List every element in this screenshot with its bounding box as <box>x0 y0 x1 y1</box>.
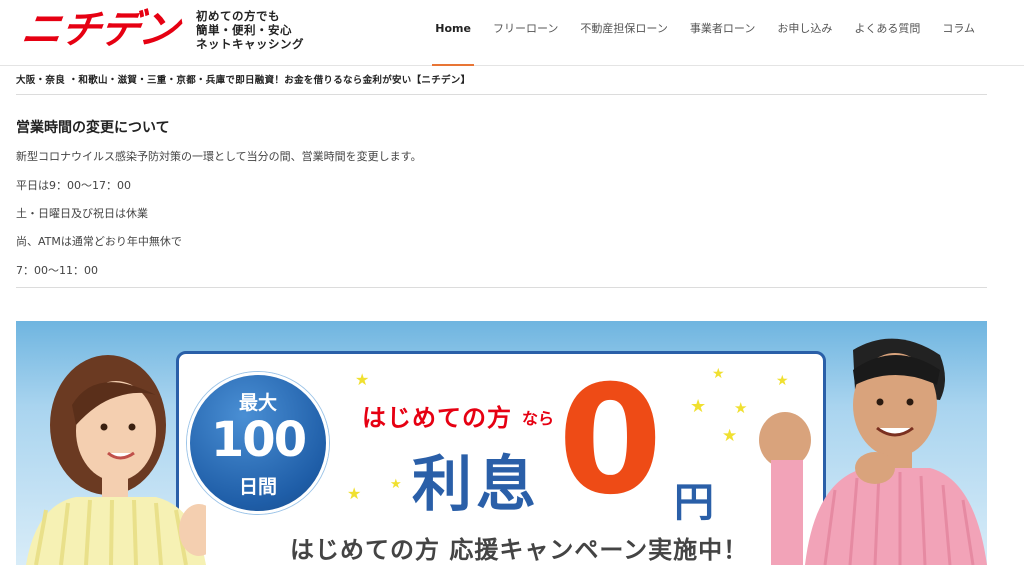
notice-line: 新型コロナウイルス感染予防対策の一環として当分の間、営業時間を変更します。 <box>16 150 422 163</box>
nav-item-real-estate-loan[interactable]: 不動産担保ローン <box>569 0 678 66</box>
notice-title: 営業時間の変更について <box>16 120 170 136</box>
main-nav: Home フリーローン 不動産担保ローン 事業者ローン お申し込み よくある質問… <box>424 0 986 66</box>
banner-interest-text: 利息 <box>412 450 540 520</box>
banner-zero: 0 <box>558 354 663 528</box>
star-icon: ★ <box>355 370 370 389</box>
man-illustration <box>759 338 987 565</box>
star-icon: ★ <box>690 396 707 417</box>
logo[interactable]: ニチデン 初めての方でも 簡単・便利・安心 ネットキャッシング <box>18 6 304 54</box>
tagline: 初めての方でも 簡単・便利・安心 ネットキャッシング <box>196 9 304 51</box>
nav-item-apply[interactable]: お申し込み <box>766 0 843 66</box>
tagline-line-2: 簡単・便利・安心 <box>196 23 292 37</box>
max-100-days-badge: 最大 100 日間 <box>187 372 329 514</box>
nav-item-home[interactable]: Home <box>424 0 482 66</box>
star-icon: ★ <box>722 426 738 446</box>
notice-line: 土・日曜日及び祝日は休業 <box>16 207 148 220</box>
notice-line: 尚、ATMは通常どおり年中無休で <box>16 235 182 248</box>
badge-bottom-text: 日間 <box>238 476 277 498</box>
badge-number: 100 <box>210 412 307 468</box>
divider <box>16 94 987 95</box>
tagline-line-1: 初めての方でも <box>196 9 280 23</box>
tagline-line-3: ネットキャッシング <box>196 37 304 51</box>
woman-illustration <box>26 355 206 565</box>
page-tagline: 大阪・奈良 ・和歌山・滋賀・三重・京都・兵庫で即日融資！お金を借りるなら金利が安… <box>16 75 471 86</box>
nav-item-free-loan[interactable]: フリーローン <box>482 0 569 66</box>
nav-item-column[interactable]: コラム <box>931 0 986 66</box>
badge-top-text: 最大 <box>238 392 277 414</box>
star-icon: ★ <box>347 484 362 503</box>
banner-yen: 円 <box>674 480 714 526</box>
banner-campaign-text: はじめての方 応援キャンペーン実施中！ <box>290 536 749 564</box>
notice-line: 平日は9：00〜17：00 <box>16 179 131 192</box>
site-header: ニチデン 初めての方でも 簡単・便利・安心 ネットキャッシング Home フリー… <box>0 0 1024 66</box>
notice-line: 7：00〜11：00 <box>16 264 98 277</box>
nav-item-business-loan[interactable]: 事業者ローン <box>679 0 766 66</box>
star-icon: ★ <box>776 373 789 389</box>
nav-item-faq[interactable]: よくある質問 <box>843 0 931 66</box>
banner-headline-suffix: なら <box>522 409 555 428</box>
star-icon: ★ <box>734 399 748 417</box>
divider <box>16 287 987 288</box>
star-icon: ★ <box>390 477 402 492</box>
logo-text: ニチデン <box>18 7 182 53</box>
banner-headline: はじめての方 <box>362 404 512 432</box>
star-icon: ★ <box>712 366 725 382</box>
